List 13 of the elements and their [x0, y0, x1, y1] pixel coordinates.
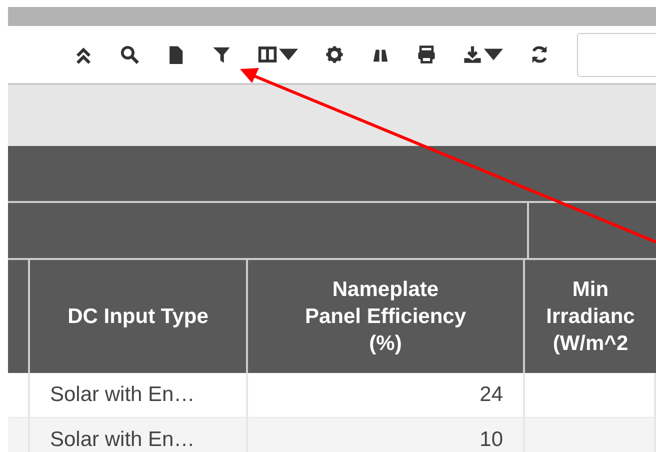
table-cell: Solar with En…: [30, 418, 248, 452]
filter-icon: [212, 45, 231, 64]
columns-icon: [258, 45, 277, 64]
download-icon: [463, 45, 482, 64]
search-icon: [120, 45, 139, 64]
column-header[interactable]: Min Irradianc (W/m^2: [525, 260, 656, 373]
column-header[interactable]: Nameplate Panel Efficiency (%): [248, 260, 525, 373]
printer-icon: [417, 45, 436, 64]
table-cell: 10: [248, 418, 525, 452]
column-header[interactable]: DC Input Type: [30, 260, 248, 373]
refresh-icon: [530, 45, 549, 64]
double-chevron-up-icon: [74, 45, 93, 64]
gear-icon: [325, 45, 344, 64]
